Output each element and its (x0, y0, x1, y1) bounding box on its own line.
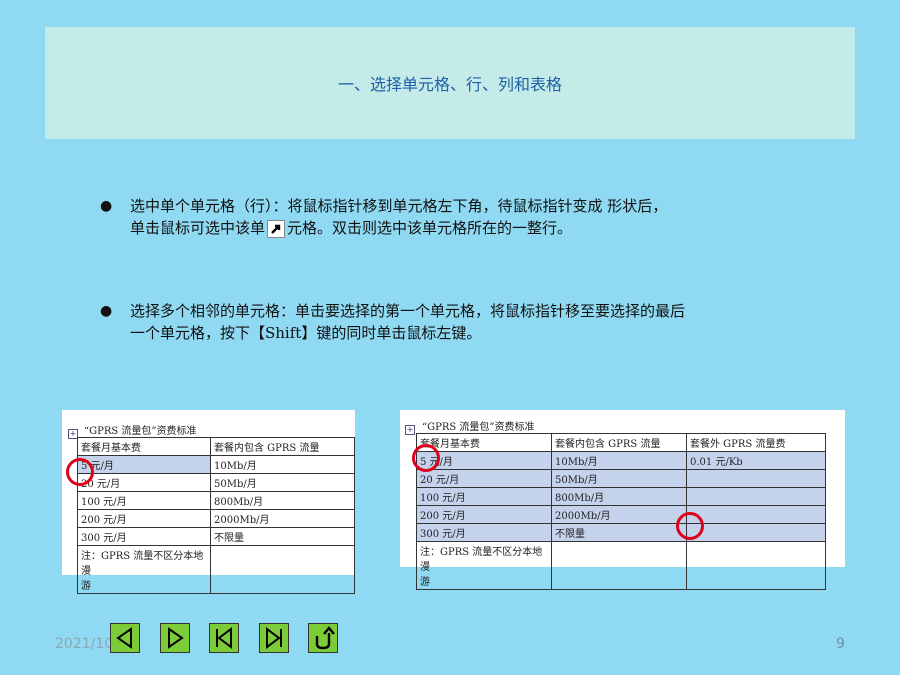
table-cell: 5 元/月 (77, 455, 211, 474)
table-note-cell: 注：GPRS 流量不区分本地漫游 (77, 545, 211, 594)
table-cell (686, 505, 826, 524)
select-cursor-icon (267, 220, 286, 238)
table-row: 100 元/月 800Mb/月 (77, 491, 355, 510)
table-cell: 50Mb/月 (551, 469, 687, 488)
table-cell (210, 545, 355, 594)
table-cell: 2000Mb/月 (210, 509, 355, 528)
table-cell: 2000Mb/月 (551, 505, 687, 524)
bullet-line-part: 元格。双击则选中该单元格所在的一整行。 (287, 219, 573, 237)
table-cell: 0.01 元/Kb (686, 451, 826, 470)
table-note-line: 注：GPRS 流量不区分本地漫 (420, 547, 543, 573)
bullet-line: 单击鼠标可选中该单 元格。双击则选中该单元格所在的一整行。 (130, 217, 800, 239)
bullet-item-single-cell: ● 选中单个单元格（行）：将鼠标指针移到单元格左下角，待鼠标指针变成 形状后， … (100, 195, 800, 239)
table-row: 200 元/月 2000Mb/月 (77, 509, 355, 528)
table-cell: 300 元/月 (77, 527, 211, 546)
table-row: 5 元/月 10Mb/月 (77, 455, 355, 474)
table-cell: 200 元/月 (77, 509, 211, 528)
table: 套餐月基本费 套餐内包含 GPRS 流量 5 元/月 10Mb/月 20 元/月 50… (77, 437, 355, 594)
table-cell: 100 元/月 (77, 491, 211, 510)
table-caption: “GPRS 流量包”资费标准 (84, 426, 197, 437)
title-box: 一、选择单元格、行、列和表格 (45, 27, 855, 139)
bullet-line: 一个单元格，按下【Shift】键的同时单击鼠标左键。 (130, 324, 482, 342)
table-note-line: 注：GPRS 流量不区分本地漫 (81, 551, 204, 577)
table-cell: 20 元/月 (77, 473, 211, 492)
table-cell: 200 元/月 (416, 505, 552, 524)
back-arrow-icon (116, 627, 132, 649)
table-row: 注：GPRS 流量不区分本地漫游 (416, 541, 826, 590)
table-cell: 800Mb/月 (551, 487, 687, 506)
bullet-item-multi-cell: ● 选择多个相邻的单元格：单击要选择的第一个单元格，将鼠标指针移至要选择的最后 … (100, 300, 800, 344)
table-cell: 10Mb/月 (551, 451, 687, 470)
screenshot-single-cell: + “GPRS 流量包”资费标准 套餐月基本费 套餐内包含 GPRS 流量 5 元… (62, 410, 355, 594)
first-slide-button[interactable] (209, 623, 239, 653)
table-cell: 10Mb/月 (210, 455, 355, 474)
table-header: 套餐内包含 GPRS 流量 (210, 437, 355, 456)
bullet-dot: ● (100, 303, 113, 319)
table-cell (686, 487, 826, 506)
bullet-text: 选择多个相邻的单元格：单击要选择的第一个单元格，将鼠标指针移至要选择的最后 一个… (130, 300, 800, 344)
table-header: 套餐月基本费 (77, 437, 211, 456)
back-button[interactable] (110, 623, 140, 653)
bullet-line: 选中单个单元格（行）：将鼠标指针移到单元格左下角，待鼠标指针变成 形状后， (130, 197, 668, 215)
last-slide-button[interactable] (259, 623, 289, 653)
return-button[interactable] (308, 623, 338, 653)
table-row: 套餐月基本费 套餐内包含 GPRS 流量 (77, 437, 355, 456)
table-header: 套餐外 GPRS 流量费 (686, 433, 826, 452)
table-cell (551, 541, 687, 590)
screenshot-multi-cell: + “GPRS 流量包”资费标准 套餐月基本费 套餐内包含 GPRS 流量 套餐外 … (400, 410, 845, 590)
table-row: 300 元/月 不限量 (77, 527, 355, 546)
table-cell: 300 元/月 (416, 523, 552, 542)
table-note-cell: 注：GPRS 流量不区分本地漫游 (416, 541, 552, 590)
bullet-dot: ● (100, 198, 113, 214)
table-header: 套餐内包含 GPRS 流量 (551, 433, 687, 452)
table-row: 套餐月基本费 套餐内包含 GPRS 流量 套餐外 GPRS 流量费 (416, 433, 826, 452)
highlight-circle (412, 444, 440, 472)
table-cell (686, 469, 826, 488)
table-note-line: 游 (81, 581, 91, 592)
table-row: 5 元/月 10Mb/月 0.01 元/Kb (416, 451, 826, 470)
table: 套餐月基本费 套餐内包含 GPRS 流量 套餐外 GPRS 流量费 5 元/月 10M… (416, 433, 826, 590)
table-cell (686, 541, 826, 590)
table-cell (686, 523, 826, 542)
table-move-handle-icon: + (405, 425, 415, 435)
bullet-line: 选择多个相邻的单元格：单击要选择的第一个单元格，将鼠标指针移至要选择的最后 (130, 302, 686, 320)
table-cell: 20 元/月 (416, 469, 552, 488)
table-row: 200 元/月 2000Mb/月 (416, 505, 826, 524)
table-cell: 800Mb/月 (210, 491, 355, 510)
table-row: 20 元/月 50Mb/月 (77, 473, 355, 492)
table-row: 20 元/月 50Mb/月 (416, 469, 826, 488)
slide-title: 一、选择单元格、行、列和表格 (337, 75, 562, 94)
bullet-line-part: 单击鼠标可选中该单 (130, 219, 266, 237)
table-cell: 100 元/月 (416, 487, 552, 506)
table-row: 300 元/月 不限量 (416, 523, 826, 542)
last-slide-icon (266, 627, 282, 649)
highlight-circle (66, 458, 94, 486)
table-cell: 50Mb/月 (210, 473, 355, 492)
table-caption: “GPRS 流量包”资费标准 (422, 422, 535, 433)
table-cell: 不限量 (210, 527, 355, 546)
table-cell: 不限量 (551, 523, 687, 542)
table-note-line: 游 (420, 577, 430, 588)
bullet-text: 选中单个单元格（行）：将鼠标指针移到单元格左下角，待鼠标指针变成 形状后， 单击… (130, 195, 800, 239)
table-row: 100 元/月 800Mb/月 (416, 487, 826, 506)
play-button[interactable] (160, 623, 190, 653)
table-row: 注：GPRS 流量不区分本地漫游 (77, 545, 355, 594)
page-number: 9 (836, 636, 845, 652)
play-icon (168, 627, 184, 649)
first-slide-icon (216, 627, 232, 649)
highlight-circle (676, 512, 704, 540)
return-icon (315, 626, 335, 650)
